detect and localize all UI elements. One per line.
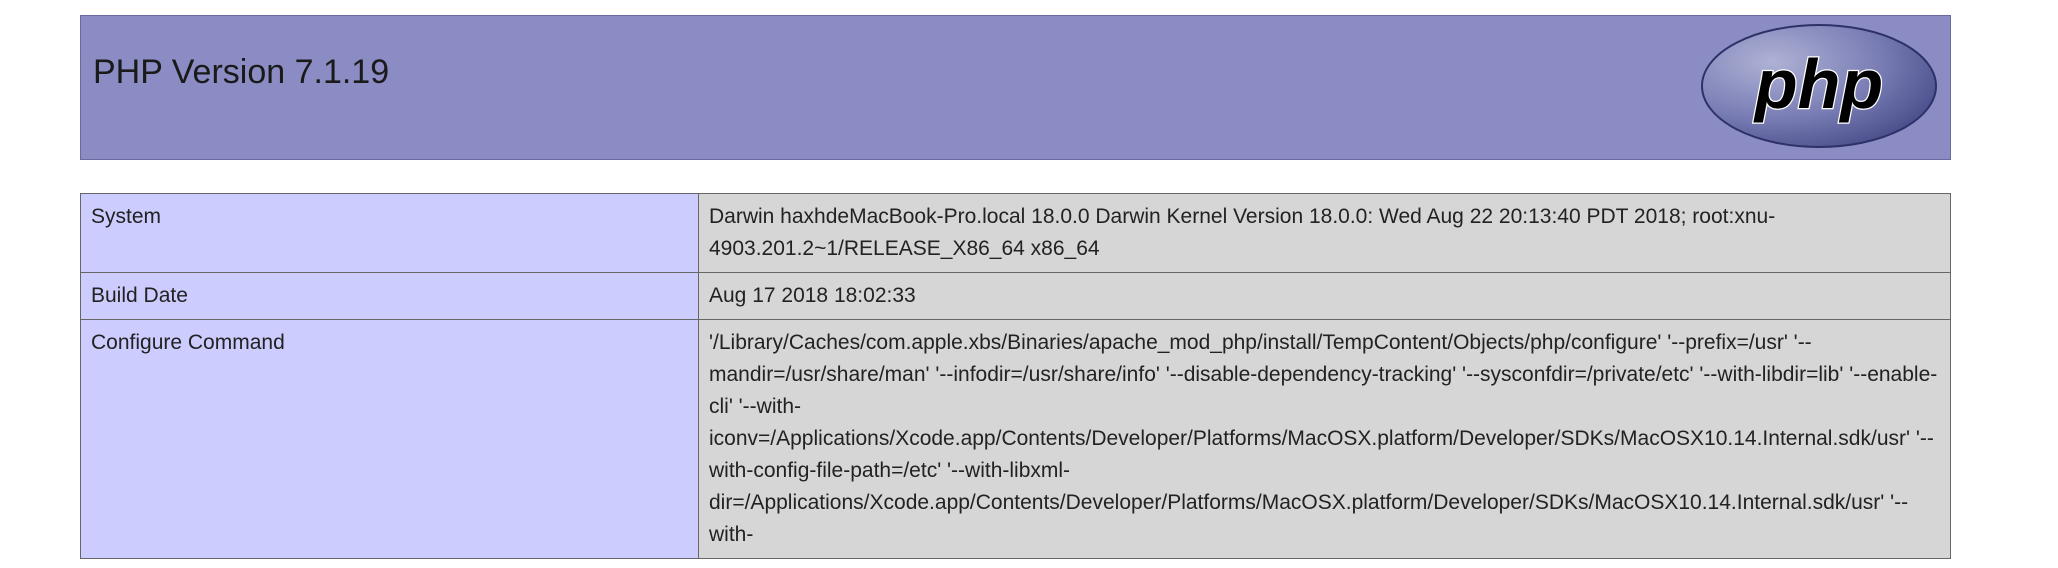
info-table: System Darwin haxhdeMacBook-Pro.local 18… [80,193,1951,559]
table-row: System Darwin haxhdeMacBook-Pro.local 18… [80,193,1951,273]
row-value-build-date: Aug 17 2018 18:02:33 [698,272,1951,320]
php-version-header: PHP Version 7.1.19 php [80,15,1951,160]
row-value-configure-command: '/Library/Caches/com.apple.xbs/Binaries/… [698,319,1951,559]
php-logo-icon[interactable]: php [1699,22,1939,150]
row-key-system: System [80,193,699,273]
row-value-system: Darwin haxhdeMacBook-Pro.local 18.0.0 Da… [698,193,1951,273]
row-key-build-date: Build Date [80,272,699,320]
page-title: PHP Version 7.1.19 [93,53,390,91]
table-row: Configure Command '/Library/Caches/com.a… [80,319,1951,559]
row-key-configure-command: Configure Command [80,319,699,559]
table-row: Build Date Aug 17 2018 18:02:33 [80,272,1951,320]
php-logo-text: php [1753,45,1883,123]
phpinfo-page: PHP Version 7.1.19 php System Darwin hax… [0,0,2058,568]
